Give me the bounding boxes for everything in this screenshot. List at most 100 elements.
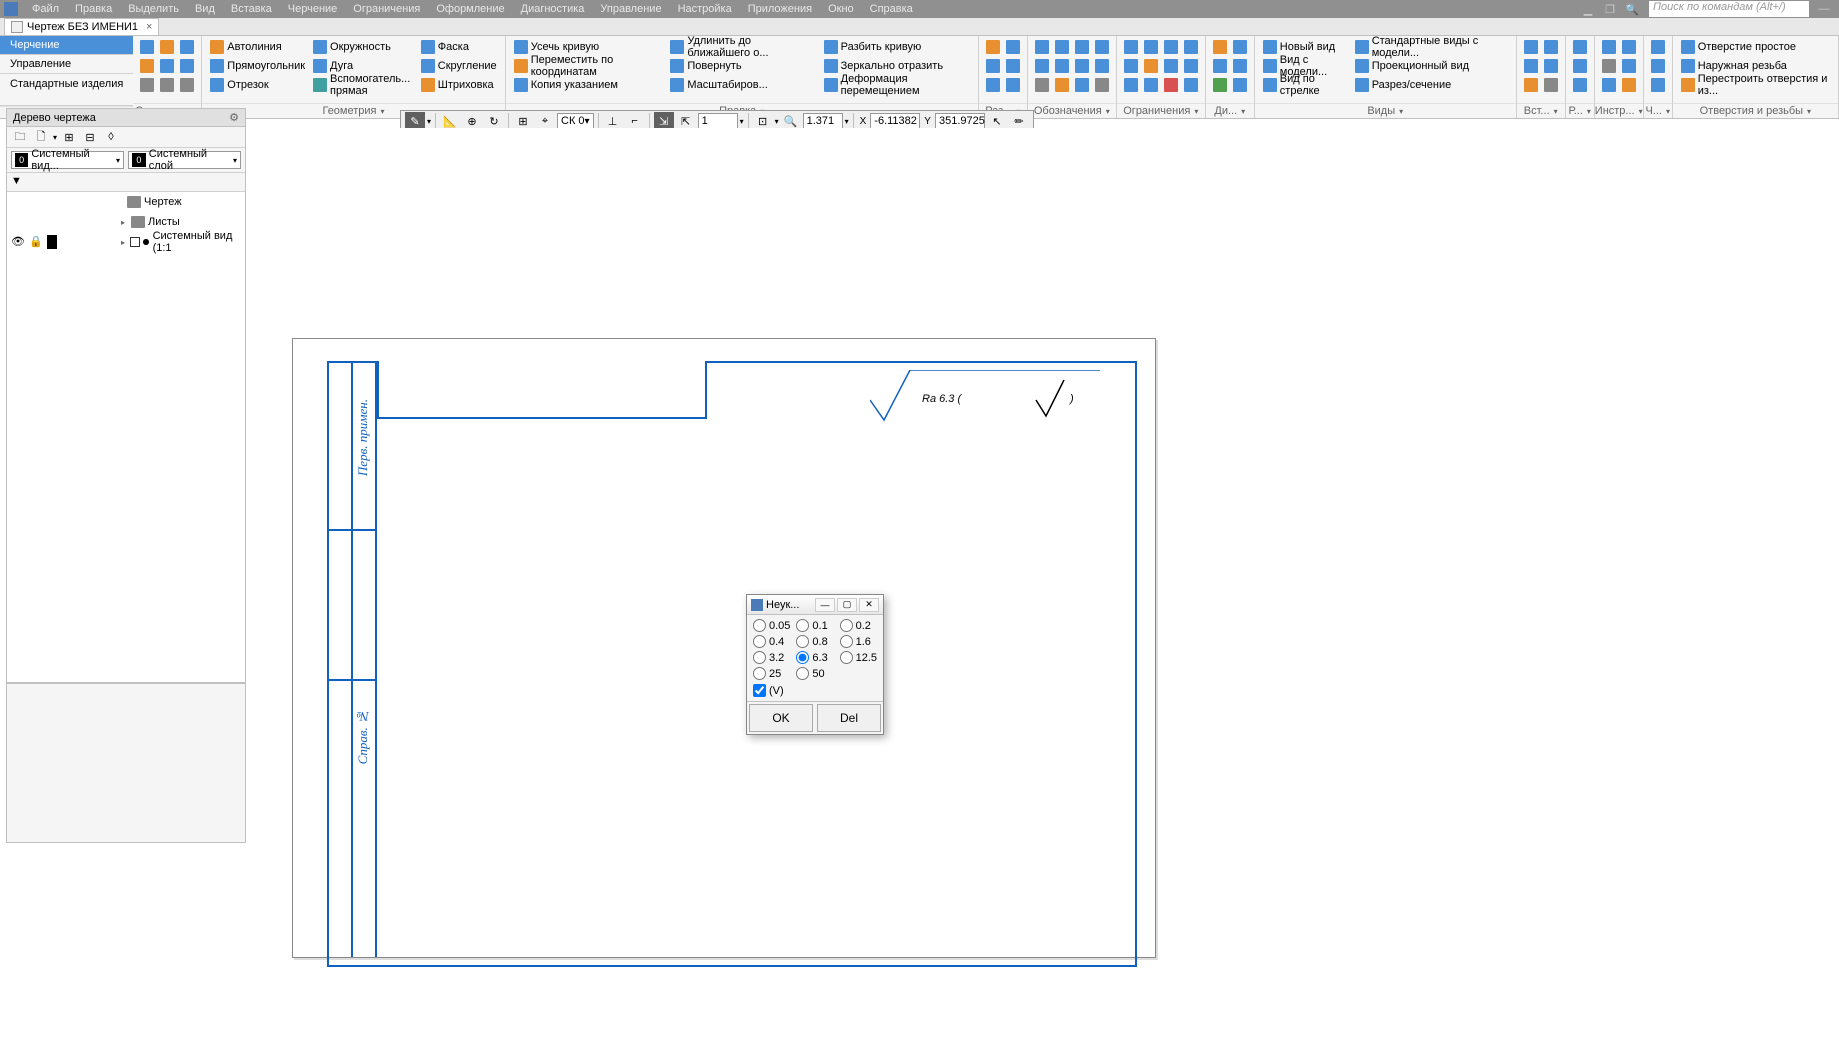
menu-view[interactable]: Вид [187,3,223,15]
coord-system-combo[interactable]: СК 0 ▾ [557,113,594,129]
con11-icon[interactable] [1181,57,1201,75]
ins1-icon[interactable] [1521,38,1541,56]
rotate-button[interactable]: Повернуть [666,57,819,75]
con8-icon[interactable] [1161,57,1181,75]
r2-icon[interactable] [1570,57,1590,75]
scale-button[interactable]: Масштабиров... [666,76,819,94]
tree-btn1-icon[interactable]: 🗀 [11,129,29,145]
con12-icon[interactable] [1181,76,1201,94]
annot9-icon[interactable] [1072,76,1092,94]
drawing-canvas[interactable]: Перв. примен. Справ. № Ra 6.3 ( ) Неук..… [250,128,1839,1048]
ins3-icon[interactable] [1521,76,1541,94]
hole-simple-button[interactable]: Отверстие простое [1677,38,1834,56]
chamfer-button[interactable]: Фаска [417,38,501,56]
menu-insert[interactable]: Вставка [223,3,280,15]
menu-select[interactable]: Выделить [120,3,187,15]
copy-ref-button[interactable]: Копия указанием [510,76,667,94]
layer-combo[interactable]: 0 Системный слой▾ [128,151,241,169]
filter-icon[interactable]: ▼ [11,175,25,189]
radio-04[interactable]: 0.4 [753,635,790,648]
annot10-icon[interactable] [1092,38,1112,56]
paste-icon[interactable] [177,76,197,94]
radio-005[interactable]: 0.05 [753,619,790,632]
t6-icon[interactable] [1619,76,1639,94]
t5-icon[interactable] [1619,57,1639,75]
radio-50[interactable]: 50 [796,667,833,680]
con5-icon[interactable] [1141,57,1161,75]
menu-addins[interactable]: Приложения [740,3,820,15]
diag4-icon[interactable] [1230,38,1250,56]
radio-02[interactable]: 0.2 [840,619,877,632]
tree-root[interactable]: Чертеж [7,192,245,212]
move-button[interactable]: Переместить по координатам [510,57,667,75]
hatch-button[interactable]: Штриховка [417,76,501,94]
lock-icon[interactable]: 🔒 [29,235,41,247]
dialog-minimize-icon[interactable]: — [815,598,835,612]
menu-manage[interactable]: Управление [592,3,669,15]
rectangle-button[interactable]: Прямоугольник [206,57,309,75]
split-button[interactable]: Разбить кривую [820,38,974,56]
window-minimize-icon[interactable]: — [1815,2,1833,16]
radio-25[interactable]: 25 [753,667,790,680]
deform-button[interactable]: Деформация перемещением [820,76,974,94]
tree-sheets[interactable]: ▸ Листы [7,212,245,232]
con7-icon[interactable] [1161,38,1181,56]
con4-icon[interactable] [1141,38,1161,56]
annot7-icon[interactable] [1072,38,1092,56]
ins4-icon[interactable] [1541,38,1561,56]
dim4-icon[interactable] [1003,38,1023,56]
x-coord[interactable]: -6.11382 [870,113,920,129]
window-restore-inner-icon[interactable]: ❐ [1601,2,1619,16]
ribbon-tab-drafting[interactable]: Черчение [0,36,133,55]
r1-icon[interactable] [1570,38,1590,56]
annot4-icon[interactable] [1052,38,1072,56]
dim2-icon[interactable] [983,57,1003,75]
c2-icon[interactable] [1648,57,1668,75]
fillet-button[interactable]: Скругление [417,57,501,75]
autoline-button[interactable]: Автолиния [206,38,309,56]
tree-btn3-icon[interactable]: ⊞ [60,129,78,145]
circle-button[interactable]: Окружность [309,38,417,56]
annot5-icon[interactable] [1052,57,1072,75]
open-doc-icon[interactable] [137,57,157,75]
dialog-maximize-icon[interactable]: ▢ [837,598,857,612]
con10-icon[interactable] [1181,38,1201,56]
undo-icon[interactable] [157,57,177,75]
close-tab-icon[interactable]: × [146,21,152,33]
dialog-close-icon[interactable]: ✕ [859,598,879,612]
std-views-button[interactable]: Стандартные виды с модели... [1351,38,1512,56]
v-checkbox[interactable]: (V) [753,684,877,697]
gear-icon[interactable]: ⚙ [229,111,239,124]
tree-btn5-icon[interactable]: ◊ [102,129,120,145]
filter-input[interactable] [29,176,241,188]
segment-button[interactable]: Отрезок [206,76,309,94]
tree-sysview[interactable]: 👁 🔒 ▸ Системный вид (1:1 [7,232,245,252]
annot12-icon[interactable] [1092,76,1112,94]
y-coord[interactable]: 351.9725 [935,113,985,129]
surface-roughness-symbol[interactable]: Ra 6.3 ( ) [870,370,1100,430]
c1-icon[interactable] [1648,38,1668,56]
menu-edit[interactable]: Правка [67,3,120,15]
tree-btn4-icon[interactable]: ⊟ [81,129,99,145]
radio-16[interactable]: 1.6 [840,635,877,648]
diag1-icon[interactable] [1210,38,1230,56]
con9-icon[interactable] [1161,76,1181,94]
color-swatch[interactable] [47,235,57,249]
ok-button[interactable]: OK [749,704,813,732]
save-icon[interactable] [177,38,197,56]
annot8-icon[interactable] [1072,57,1092,75]
annot1-icon[interactable] [1032,38,1052,56]
window-minimize-inner-icon[interactable]: ▁ [1579,2,1597,16]
dim6-icon[interactable] [1003,76,1023,94]
annot6-icon[interactable] [1052,76,1072,94]
ins2-icon[interactable] [1521,57,1541,75]
folder-icon[interactable] [157,38,177,56]
copy-icon[interactable] [157,76,177,94]
scale-combo[interactable]: 1 [698,113,738,129]
t1-icon[interactable] [1599,38,1619,56]
command-search-input[interactable]: Поиск по командам (Alt+/) [1649,1,1809,17]
diag2-icon[interactable] [1210,57,1230,75]
radio-08[interactable]: 0.8 [796,635,833,648]
redo-icon[interactable] [177,57,197,75]
annot11-icon[interactable] [1092,57,1112,75]
